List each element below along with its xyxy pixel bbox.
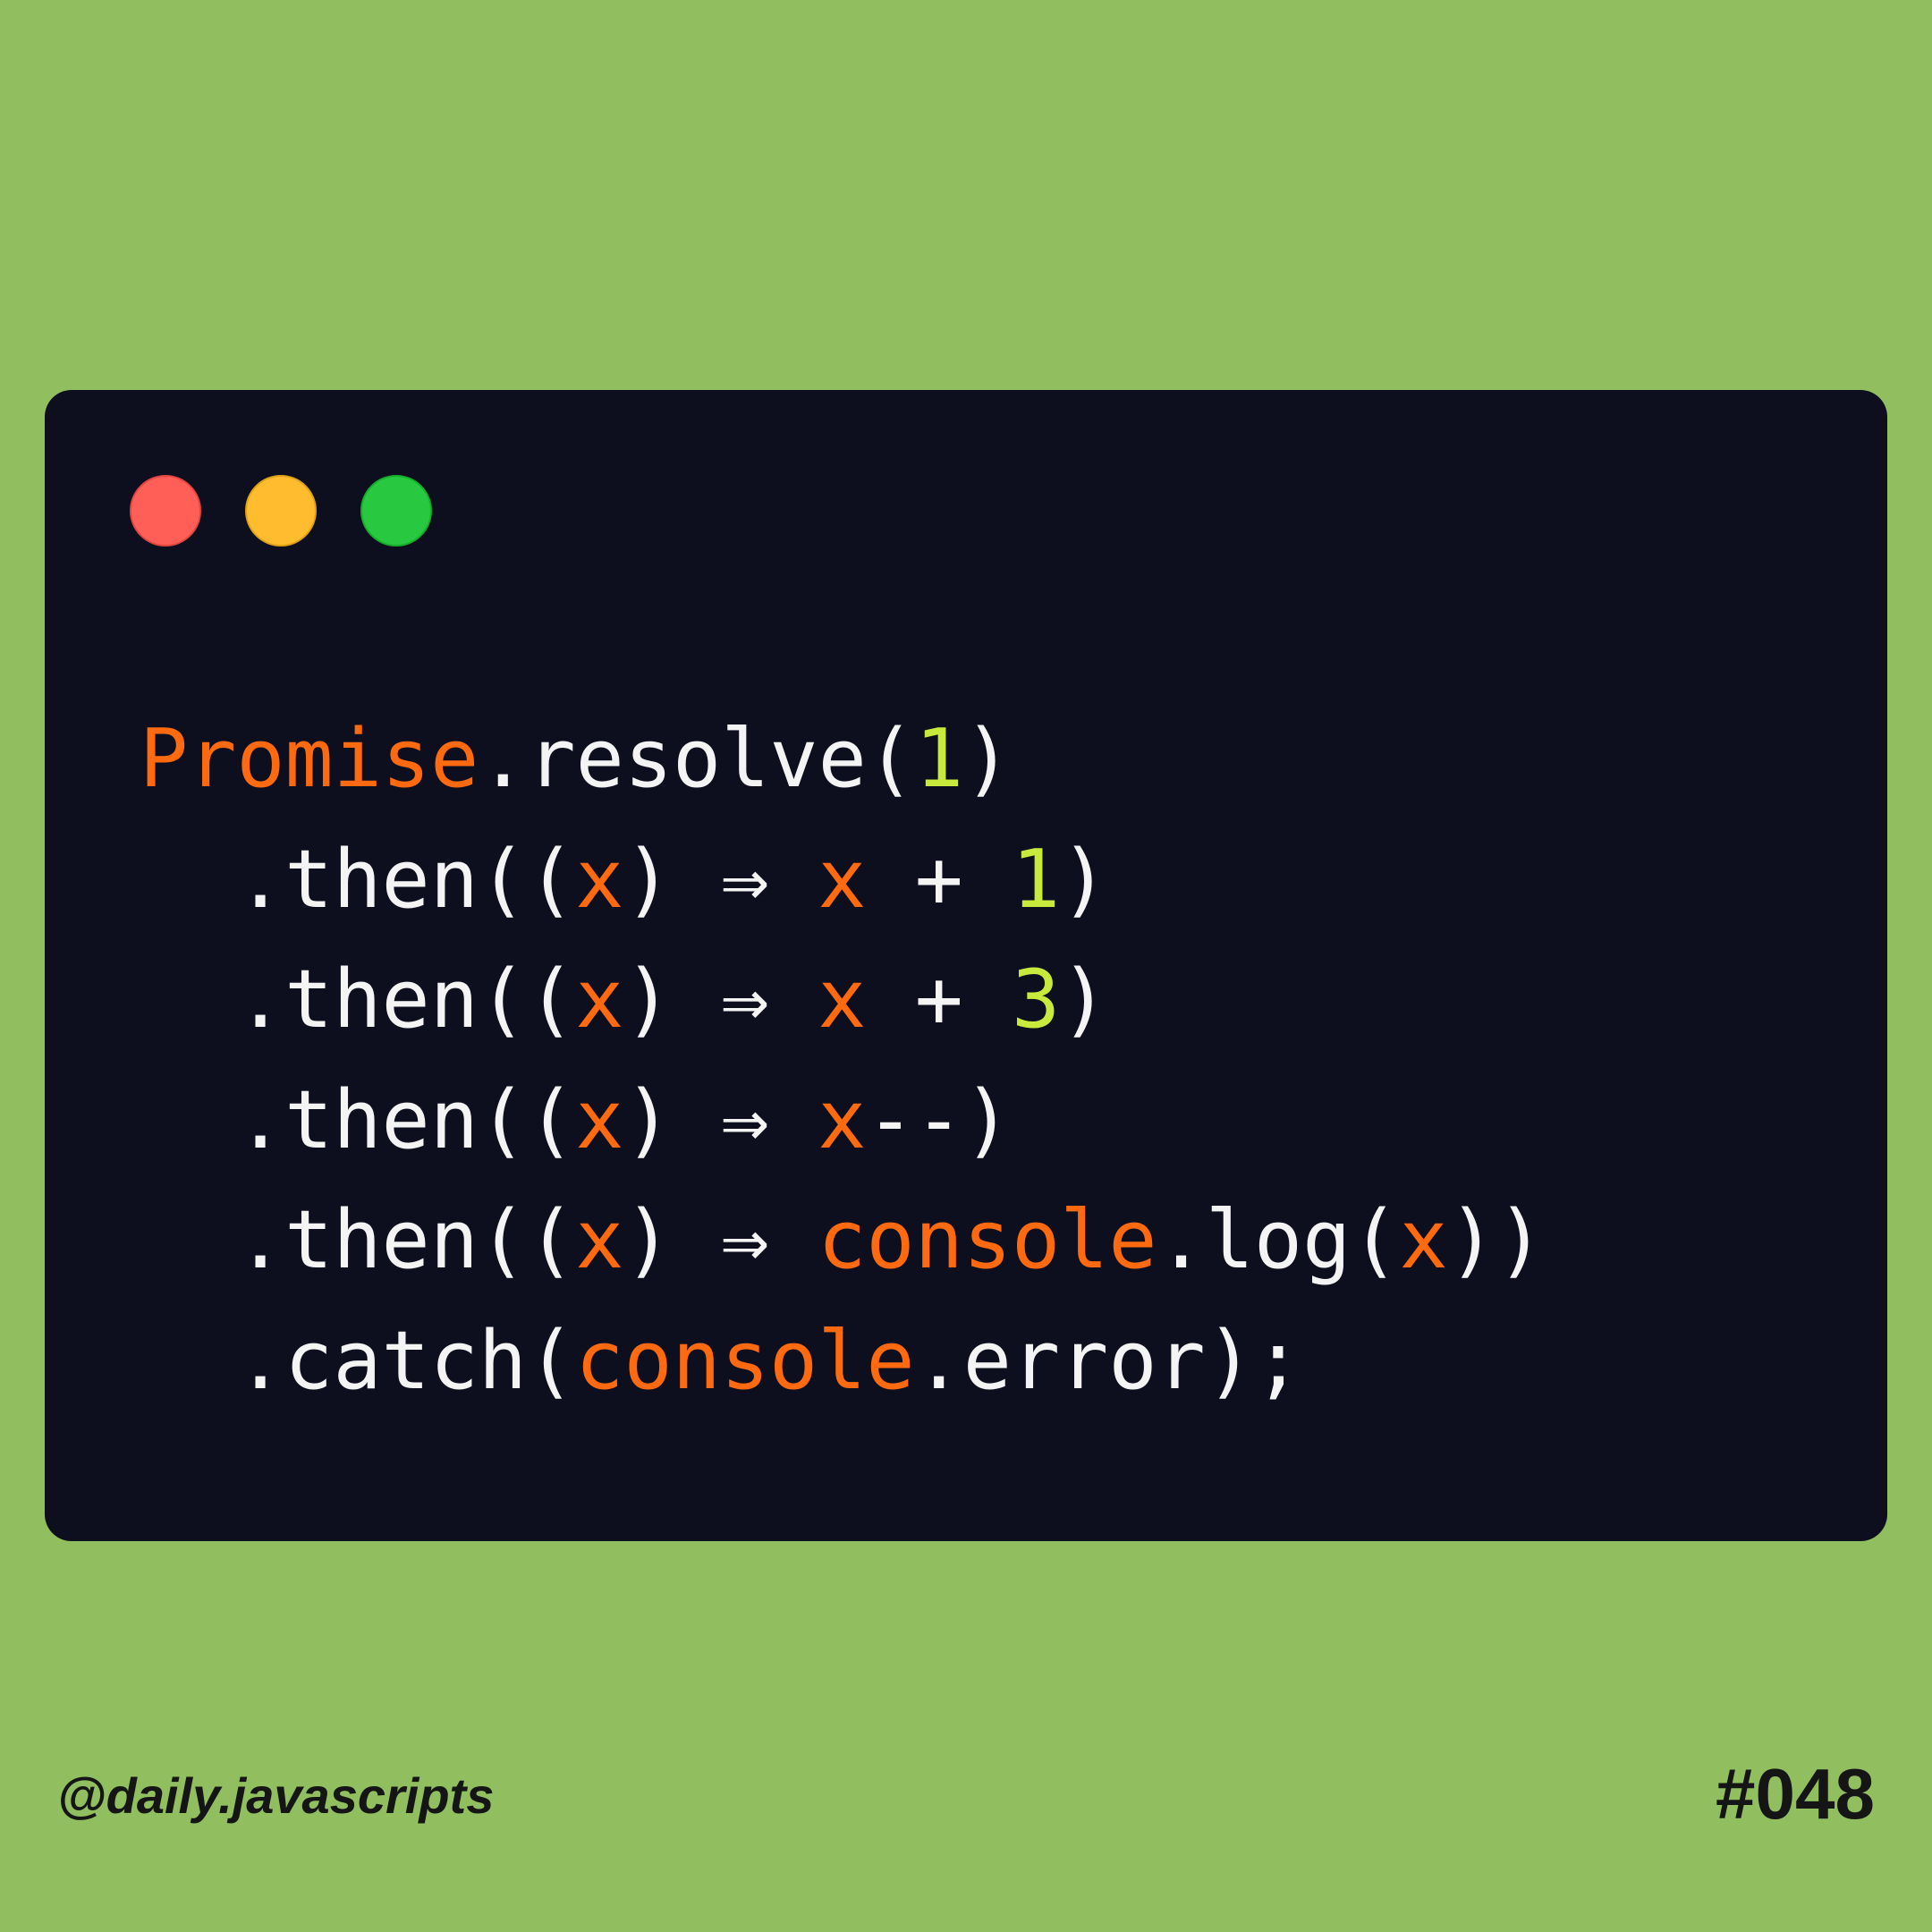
code-token-plain: )) [1447,1193,1546,1287]
window-controls [130,475,476,547]
code-line: .catch(console.error); [140,1301,1545,1422]
code-token-obj: Promise [140,712,479,806]
close-dot-icon [130,475,201,547]
code-token-param: x [575,832,624,927]
code-token-plain: --) [866,1072,1012,1167]
author-handle: @daily.javascripts [57,1767,495,1824]
code-token-plain: .then(( [236,1193,576,1287]
code-token-plain: ) [1060,953,1109,1046]
code-token-param: x [575,1193,624,1287]
code-token-num: 1 [1011,832,1061,927]
code-token-param: x [818,953,867,1046]
code-token-plain: + [866,953,1012,1046]
code-line: .then((x) ⇒ x--) [140,1061,1545,1182]
code-line: .then((x) ⇒ console.log(x)) [140,1181,1545,1301]
code-token-num: 1 [914,712,964,806]
code-token-obj: console [818,1193,1157,1287]
code-token-param: x [575,953,624,1046]
code-token-plain: .then(( [236,832,576,927]
code-token-num: 3 [1011,953,1061,1046]
code-window: Promise.resolve(1) .then((x) ⇒ x + 1) .the… [45,390,1887,1541]
code-token-plain: ) [1060,832,1109,927]
code-token-plain: ) ⇒ [623,832,818,927]
code-token-plain: ) ⇒ [623,1193,818,1287]
code-token-plain: .then(( [236,1072,576,1167]
code-block: Promise.resolve(1) .then((x) ⇒ x + 1) .the… [140,699,1545,1421]
issue-number: #048 [1716,1754,1875,1834]
maximize-dot-icon [360,475,432,547]
code-token-param: x [818,832,867,927]
code-line: Promise.resolve(1) [140,699,1545,820]
code-token-plain: .catch( [236,1313,576,1408]
code-token-plain: ) ⇒ [623,1072,818,1167]
code-token-plain: + [866,832,1012,927]
code-token-plain: .error); [914,1313,1303,1408]
code-token-plain: ) ⇒ [623,953,818,1046]
minimize-dot-icon [245,475,317,547]
code-token-param: x [575,1072,624,1167]
code-line: .then((x) ⇒ x + 1) [140,820,1545,941]
code-token-param: x [1399,1193,1448,1287]
code-token-plain: .then(( [236,953,576,1046]
code-token-plain: .resolve( [479,712,915,806]
code-token-obj: console [575,1313,915,1408]
code-token-plain: ) [963,712,1013,806]
code-line: .then((x) ⇒ x + 3) [140,940,1545,1061]
code-token-param: x [818,1072,867,1167]
code-token-plain: .log( [1157,1193,1400,1287]
